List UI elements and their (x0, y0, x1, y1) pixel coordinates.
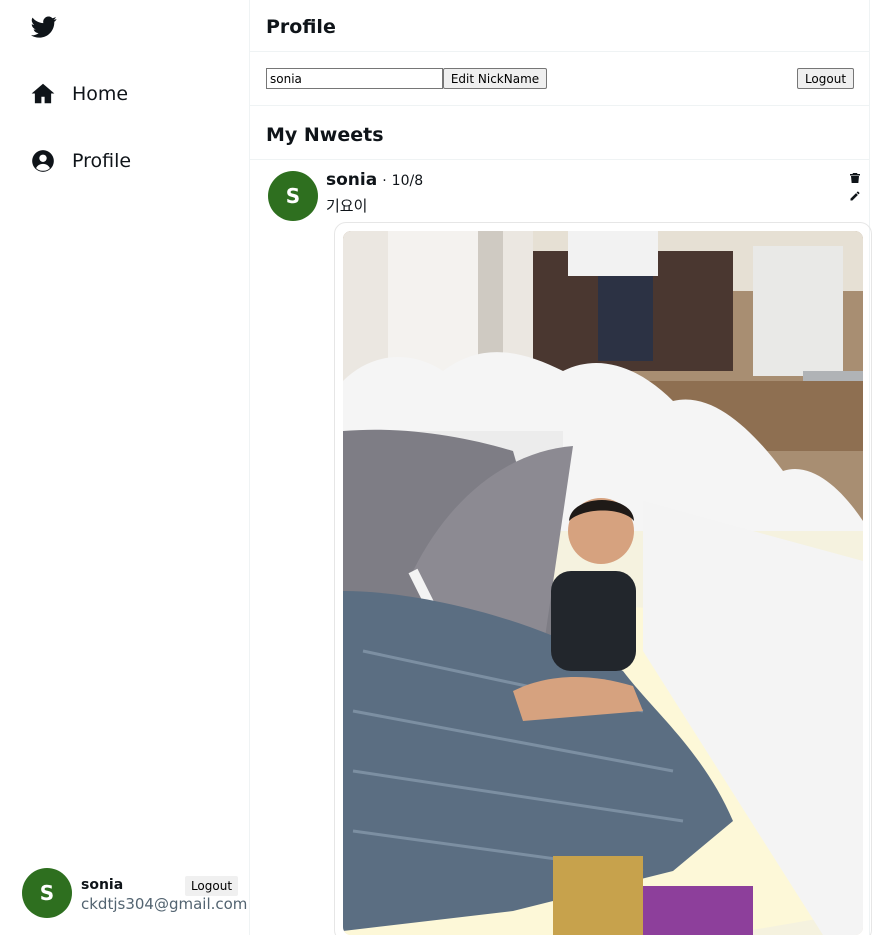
sidebar: Home Profile S sonia ckdtjs304@gmail.com… (0, 0, 250, 935)
nickname-input[interactable] (266, 68, 443, 89)
logout-button[interactable]: Logout (797, 68, 854, 89)
home-icon (31, 83, 55, 104)
nweet-image-frame (334, 222, 872, 935)
divider (250, 105, 870, 106)
main-column: Profile Edit NickName Logout My Nweets S… (250, 0, 872, 935)
nav-home[interactable]: Home (30, 79, 128, 109)
nweet-author: sonia (326, 170, 378, 190)
avatar: S (268, 171, 318, 221)
nweet-text: 기요이 (326, 197, 368, 215)
user-circle-icon (32, 150, 54, 172)
section-title: My Nweets (266, 124, 384, 146)
page-title: Profile (266, 16, 336, 38)
trash-icon[interactable] (849, 172, 861, 184)
account-name: sonia (81, 877, 124, 893)
account-switcher[interactable]: S sonia ckdtjs304@gmail.com Logout (22, 868, 248, 920)
nav-profile[interactable]: Profile (30, 146, 131, 176)
pencil-icon[interactable] (849, 190, 861, 202)
nweet-date: 10/8 (391, 173, 424, 189)
account-email: ckdtjs304@gmail.com (81, 895, 248, 913)
nav-home-label: Home (72, 83, 129, 105)
nav-profile-label: Profile (72, 150, 132, 172)
nweet-item: S sonia · 10/8 기요이 (250, 161, 872, 935)
avatar: S (22, 868, 72, 918)
nweet-photo[interactable] (343, 231, 863, 935)
sidebar-logout-button[interactable]: Logout (185, 876, 238, 896)
twitter-bird-icon[interactable] (30, 14, 58, 40)
divider (250, 51, 870, 52)
edit-nickname-button[interactable]: Edit NickName (443, 68, 547, 89)
nweet-separator: · (382, 173, 387, 189)
divider (250, 159, 870, 160)
nweet-header: sonia · 10/8 (326, 170, 423, 190)
